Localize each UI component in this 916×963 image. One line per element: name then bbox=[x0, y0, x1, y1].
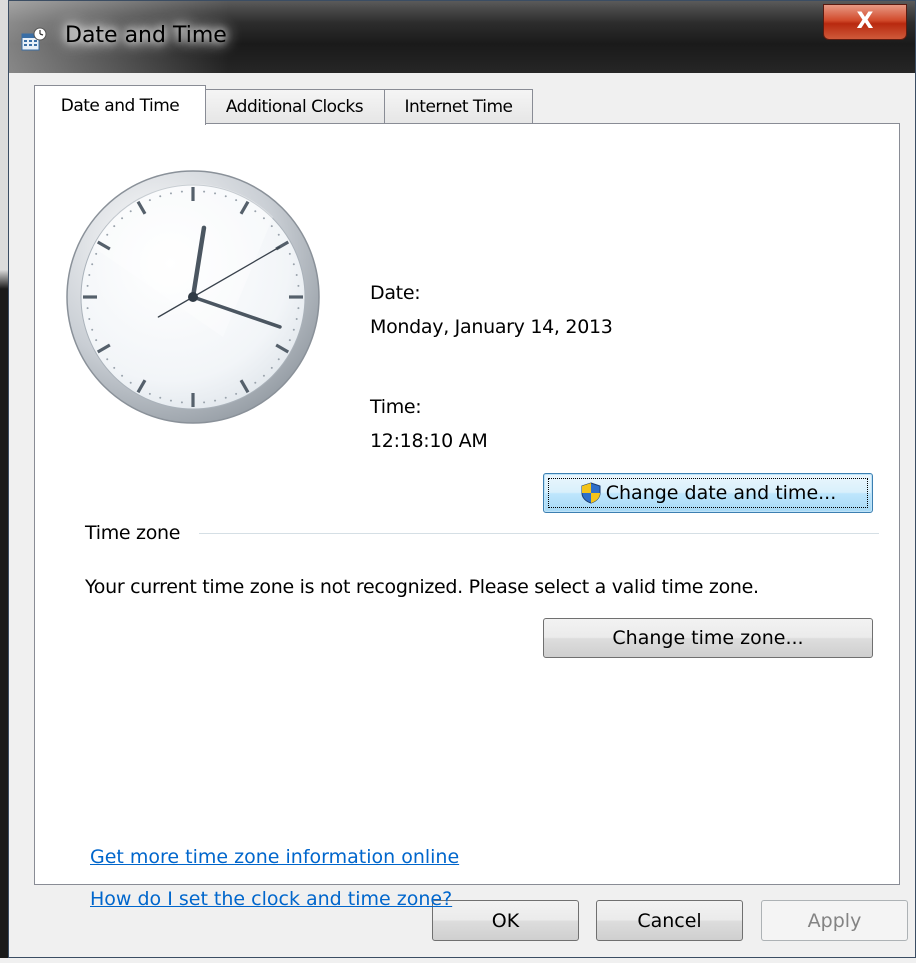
minute-tick bbox=[180, 190, 183, 193]
minute-tick bbox=[235, 199, 238, 202]
minute-tick bbox=[292, 328, 295, 331]
minute-tick bbox=[113, 366, 116, 369]
how-to-set-clock-link[interactable]: How do I set the clock and time zone? bbox=[90, 888, 452, 910]
minute-tick bbox=[277, 233, 280, 236]
date-value: Monday, January 14, 2013 bbox=[370, 316, 613, 338]
minute-tick bbox=[129, 210, 132, 213]
minute-tick bbox=[203, 190, 206, 193]
minute-tick bbox=[297, 307, 300, 310]
close-button[interactable]: X bbox=[823, 4, 907, 40]
focus-ring bbox=[548, 478, 868, 508]
minute-tick bbox=[86, 284, 89, 287]
time-zone-divider bbox=[199, 533, 879, 534]
minute-tick bbox=[224, 396, 227, 399]
minute-tick bbox=[295, 273, 298, 276]
more-time-zone-info-link[interactable]: Get more time zone information online bbox=[90, 846, 459, 868]
change-date-time-button[interactable]: Change date and time... bbox=[543, 473, 873, 513]
minute-tick bbox=[148, 392, 151, 395]
minute-tick bbox=[295, 318, 298, 321]
window-title: Date and Time bbox=[65, 23, 227, 48]
minute-tick bbox=[214, 399, 217, 402]
tab-label: Date and Time bbox=[60, 95, 180, 116]
minute-tick bbox=[203, 401, 206, 404]
analog-clock bbox=[66, 170, 320, 424]
minute-tick bbox=[106, 233, 109, 236]
minute-tick bbox=[262, 217, 265, 220]
change-time-zone-button[interactable]: Change time zone... bbox=[543, 618, 873, 658]
date-label: Date: bbox=[370, 282, 421, 304]
apply-label: Apply bbox=[807, 909, 862, 932]
minute-tick bbox=[88, 318, 91, 321]
minute-tick bbox=[224, 195, 227, 198]
time-value: 12:18:10 AM bbox=[370, 430, 488, 452]
minute-tick bbox=[235, 392, 238, 395]
date-time-dialog: Date and Time X Date and Time Additional… bbox=[8, 0, 916, 958]
cancel-button[interactable]: Cancel bbox=[596, 900, 743, 941]
minute-tick bbox=[254, 210, 257, 213]
minute-tick bbox=[95, 339, 98, 342]
tab-label: Internet Time bbox=[404, 96, 513, 117]
cancel-label: Cancel bbox=[637, 909, 702, 932]
minute-tick bbox=[288, 339, 291, 342]
minute-tick bbox=[214, 192, 217, 195]
minute-tick bbox=[129, 381, 132, 384]
minute-tick bbox=[254, 381, 257, 384]
minute-tick bbox=[288, 252, 291, 255]
time-zone-message: Your current time zone is not recognized… bbox=[85, 576, 759, 598]
minute-tick bbox=[297, 284, 300, 287]
apply-button[interactable]: Apply bbox=[761, 900, 908, 941]
minute-tick bbox=[180, 401, 183, 404]
time-label: Time: bbox=[370, 396, 422, 418]
minute-tick bbox=[106, 358, 109, 361]
minute-tick bbox=[159, 396, 162, 399]
ok-button[interactable]: OK bbox=[432, 900, 579, 941]
minute-tick bbox=[91, 328, 94, 331]
minute-tick bbox=[95, 252, 98, 255]
bottom-edge bbox=[0, 958, 916, 963]
tab-label: Additional Clocks bbox=[225, 96, 364, 117]
minute-tick bbox=[88, 273, 91, 276]
tab-additional-clocks[interactable]: Additional Clocks bbox=[204, 89, 385, 123]
change-time-zone-label: Change time zone... bbox=[612, 627, 804, 649]
ok-label: OK bbox=[491, 909, 520, 932]
dialog-body: Date and Time Additional Clocks Internet… bbox=[9, 73, 915, 957]
desktop-edge bbox=[0, 0, 8, 963]
title-bar[interactable]: Date and Time X bbox=[9, 1, 915, 73]
minute-tick bbox=[86, 307, 89, 310]
minute-tick bbox=[91, 263, 94, 266]
minute-tick bbox=[159, 195, 162, 198]
minute-tick bbox=[169, 192, 172, 195]
minute-tick bbox=[262, 374, 265, 377]
minute-tick bbox=[148, 199, 151, 202]
minute-tick bbox=[113, 225, 116, 228]
tab-internet-time[interactable]: Internet Time bbox=[384, 89, 533, 123]
minute-tick bbox=[292, 263, 295, 266]
date-time-app-icon bbox=[21, 27, 47, 51]
time-zone-group-label: Time zone bbox=[85, 522, 189, 544]
minute-tick bbox=[277, 358, 280, 361]
clock-center-cap bbox=[188, 292, 198, 302]
minute-tick bbox=[121, 217, 124, 220]
close-icon: X bbox=[856, 9, 874, 34]
tab-date-and-time[interactable]: Date and Time bbox=[34, 85, 206, 125]
minute-tick bbox=[121, 374, 124, 377]
minute-tick bbox=[270, 225, 273, 228]
minute-tick bbox=[270, 366, 273, 369]
minute-tick bbox=[169, 399, 172, 402]
tab-panel-date-and-time: Date: Monday, January 14, 2013 Time: 12:… bbox=[34, 123, 900, 910]
